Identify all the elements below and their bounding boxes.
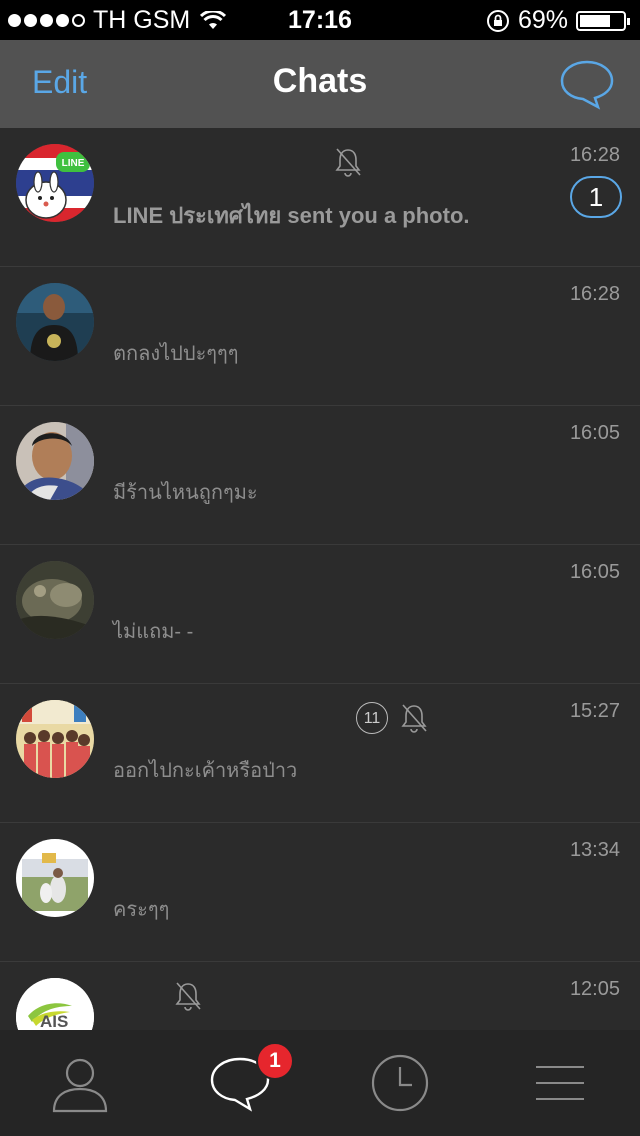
avatar: [16, 561, 94, 639]
avatar: [16, 700, 94, 778]
chat-last-message: มีร้านไหนถูกๆมะ: [113, 482, 258, 504]
chat-name-redacted: [113, 148, 203, 174]
chat-time: 16:28: [569, 144, 620, 166]
tab-bar: 1: [0, 1030, 640, 1136]
member-count-badge: 11: [356, 702, 388, 734]
page-title: Chats: [272, 62, 368, 100]
status-bar: TH GSM 17:16 69%: [0, 0, 640, 40]
chat-time: 12:05: [569, 978, 620, 1000]
svg-text:LINE: LINE: [62, 158, 85, 169]
tab-more[interactable]: [480, 1030, 640, 1136]
navigation-bar: Edit Chats: [0, 40, 640, 128]
chat-row[interactable]: 13:34 คระๆๆ: [0, 823, 640, 962]
chat-time: 16:05: [569, 561, 620, 583]
chat-last-message: คระๆๆ: [113, 899, 170, 921]
battery-percent: 69%: [517, 6, 568, 34]
chat-name-redacted: [113, 565, 203, 591]
chat-name-redacted: [113, 843, 203, 869]
chat-last-message: LINE ประเทศไทย sent you a photo.: [113, 203, 470, 228]
chat-time: 15:27: [569, 700, 620, 722]
new-chat-icon[interactable]: [558, 58, 616, 110]
tab-chats[interactable]: 1: [160, 1030, 320, 1136]
avatar-logo-text: AIS: [40, 1012, 69, 1030]
clock-icon: [371, 1054, 429, 1112]
chat-last-message: ไม่แถม- -: [113, 621, 194, 643]
chat-name-redacted: [113, 426, 203, 452]
chats-unread-badge: 1: [256, 1042, 294, 1080]
person-icon: [52, 1058, 108, 1113]
chat-name-redacted: [113, 704, 203, 730]
chat-time: 16:28: [569, 283, 620, 305]
status-right: 69%: [486, 6, 630, 35]
tab-timeline[interactable]: [320, 1030, 480, 1136]
chat-last-message: ตกลงไปปะๆๆๆ: [113, 343, 239, 365]
chat-row[interactable]: AIS 12:05: [0, 962, 640, 1030]
avatar: [16, 839, 94, 917]
rotation-lock-icon: [486, 9, 509, 32]
battery-icon: [576, 10, 630, 31]
chat-row[interactable]: 16:05 มีร้านไหนถูกๆมะ: [0, 406, 640, 545]
chat-row[interactable]: 16:05 ไม่แถม- -: [0, 545, 640, 684]
avatar: [16, 422, 94, 500]
chat-row[interactable]: 11 15:27 ออกไปกะเค้าหรือป่าว: [0, 684, 640, 823]
chat-last-message: ออกไปกะเค้าหรือป่าว: [113, 760, 298, 782]
chat-list: LINE 16:28 LINE ประเทศไทย sent you a pho…: [0, 128, 640, 1030]
menu-lines-icon: [536, 1066, 584, 1100]
chat-time: 16:05: [569, 422, 620, 444]
chat-name-redacted: [113, 287, 203, 313]
mute-bell-icon: [175, 982, 201, 1011]
avatar: [16, 283, 94, 361]
chat-row[interactable]: LINE 16:28 LINE ประเทศไทย sent you a pho…: [0, 128, 640, 267]
avatar: LINE: [16, 144, 94, 222]
unread-count-badge: 1: [570, 176, 622, 218]
chat-row[interactable]: 16:28 ตกลงไปปะๆๆๆ: [0, 267, 640, 406]
tab-friends[interactable]: [0, 1030, 160, 1136]
mute-bell-icon: [335, 148, 361, 177]
mute-bell-icon: [401, 704, 427, 733]
chat-time: 13:34: [569, 839, 620, 861]
